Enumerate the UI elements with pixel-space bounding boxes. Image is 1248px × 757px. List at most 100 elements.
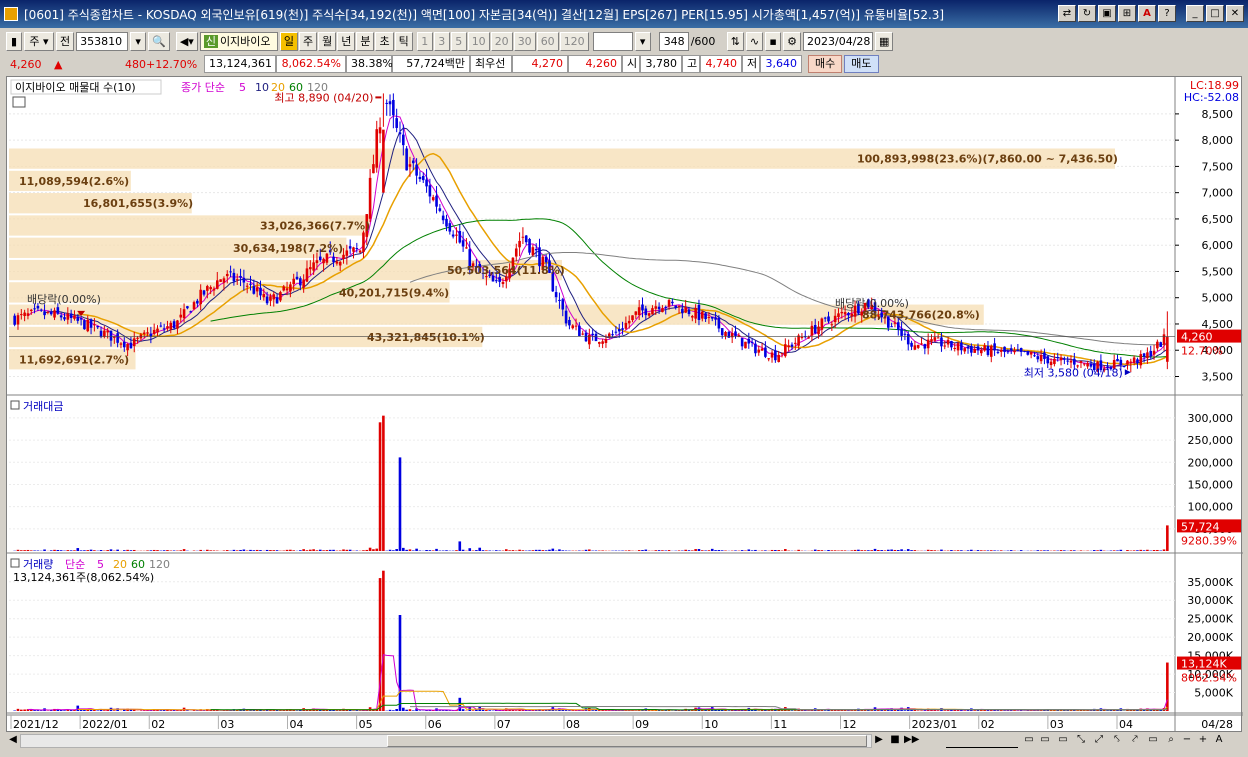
font-icon[interactable]: A <box>1138 5 1156 22</box>
zoom-in-icon[interactable]: + <box>1196 733 1210 748</box>
interval-button-6[interactable]: 60 <box>536 31 559 51</box>
amount-bar <box>289 549 292 551</box>
chart-type-icon[interactable]: ▮ <box>6 31 22 51</box>
x-axis-label: 03 <box>1050 718 1064 731</box>
candle-body <box>335 261 339 264</box>
interval-button-0[interactable]: 1 <box>416 31 433 51</box>
interval-dropdown-icon[interactable]: ▾ <box>634 31 651 51</box>
amount-tick-label: 300,000 <box>1188 412 1234 425</box>
count-input[interactable]: 348 <box>658 31 689 51</box>
amount-bar <box>269 550 272 551</box>
candle-body <box>734 331 737 337</box>
period-button-2[interactable]: 월 <box>318 31 337 51</box>
interval-buttons: 1 3 5 10 20 30 60 120 <box>416 31 589 51</box>
zoom-out-icon[interactable]: − <box>1180 733 1194 748</box>
tool-icon-6[interactable]: ⤣ <box>1110 733 1124 748</box>
candle-body <box>833 315 837 323</box>
fast-forward-icon[interactable]: ▶▶ <box>904 733 919 748</box>
code-dropdown-icon[interactable]: ▾ <box>130 31 147 51</box>
tool-icon-4[interactable]: ⤡ <box>1074 733 1088 748</box>
chart-area[interactable]: 8,500 8,000 7,500 7,000 6,500 6,000 5,500 5,000… <box>6 76 1243 733</box>
refresh-icon[interactable]: ↻ <box>1078 5 1096 22</box>
candle-body <box>1023 350 1026 352</box>
period-button-1[interactable]: 주 <box>298 31 318 51</box>
tool-icon-1[interactable]: ▭ <box>1022 733 1036 748</box>
tool-icon-7[interactable]: ⤤ <box>1128 733 1142 748</box>
candle-body <box>56 307 60 314</box>
candle-body <box>149 333 153 337</box>
amount-bar <box>538 549 541 551</box>
interval-button-4[interactable]: 20 <box>490 31 513 51</box>
scroll-thumb[interactable] <box>387 735 867 747</box>
date-input[interactable]: 2023/04/28 <box>803 31 873 51</box>
candle-body <box>239 275 242 278</box>
settings-icon[interactable]: ⚙ <box>783 31 801 51</box>
interval-button-7[interactable]: 120 <box>559 31 589 51</box>
candle-body <box>382 129 385 193</box>
interval-button-2[interactable]: 5 <box>450 31 467 51</box>
amount-bar <box>132 549 136 551</box>
sound-icon[interactable]: ◀▾ <box>175 31 198 51</box>
amount-bar <box>1146 549 1149 551</box>
layout-icon[interactable]: ⊞ <box>1118 5 1136 22</box>
price-legend-name: 이지바이오 매물대 수(10) <box>15 81 136 94</box>
zoom-search-icon[interactable]: ⌕ <box>1164 733 1178 748</box>
candle-body <box>970 345 973 353</box>
help-button[interactable]: ? <box>1158 5 1176 22</box>
amount-bar <box>1009 550 1013 551</box>
amount-bar <box>76 548 80 551</box>
period-button-3[interactable]: 년 <box>337 31 356 51</box>
link-icon[interactable]: ⇄ <box>1058 5 1076 22</box>
candle-body <box>664 306 668 308</box>
font-size-icon[interactable]: A <box>1212 733 1226 748</box>
amount-bar <box>206 549 209 551</box>
candle-body <box>305 268 309 282</box>
period-button-0[interactable]: 일 <box>279 31 298 51</box>
stock-name-field[interactable]: 신 이지바이오 <box>199 31 278 51</box>
prev-button[interactable]: 전 <box>56 31 75 51</box>
period-button-6[interactable]: 틱 <box>394 31 413 51</box>
candle-body <box>697 304 701 320</box>
candle-body <box>777 354 780 362</box>
scroll-left-icon[interactable]: ◀ <box>6 733 20 748</box>
tool-icon-3[interactable]: ▭ <box>1056 733 1070 748</box>
window-icon[interactable]: ▣ <box>1098 5 1116 22</box>
search-icon[interactable]: 🔍 <box>148 31 170 51</box>
chart-svg[interactable]: 8,500 8,000 7,500 7,000 6,500 6,000 5,500 5,000… <box>7 77 1243 733</box>
volume-bar <box>514 710 518 711</box>
amount-bar <box>478 547 482 551</box>
save-icon[interactable]: ▪ <box>765 31 782 51</box>
compare-icon[interactable]: ⇅ <box>726 31 744 51</box>
speed-slider[interactable] <box>946 733 1018 748</box>
stop-icon[interactable]: ■ <box>888 733 902 748</box>
interval-button-1[interactable]: 3 <box>433 31 450 51</box>
x-axis-label: 06 <box>428 718 442 731</box>
code-type-select[interactable]: 주 ▾ <box>24 31 54 51</box>
tool-icon-8[interactable]: ▭ <box>1146 733 1160 748</box>
close-button[interactable]: ✕ <box>1226 5 1244 22</box>
amount-bar <box>817 550 820 551</box>
maximize-button[interactable]: □ <box>1206 5 1224 22</box>
interval-input[interactable] <box>592 31 633 51</box>
interval-button-5[interactable]: 30 <box>513 31 536 51</box>
volume-bar <box>408 709 412 711</box>
amount-bar <box>893 549 897 551</box>
tool-icon-5[interactable]: ⤢ <box>1092 733 1106 748</box>
candle-body <box>106 330 109 333</box>
amount-bar <box>122 550 126 551</box>
period-button-5[interactable]: 초 <box>375 31 394 51</box>
tool-icon-2[interactable]: ▭ <box>1038 733 1052 748</box>
buy-button[interactable]: 매수 <box>808 55 843 73</box>
interval-button-3[interactable]: 10 <box>467 31 490 51</box>
amount-bar <box>900 549 903 551</box>
amount-bar <box>126 549 129 551</box>
period-button-4[interactable]: 분 <box>356 31 375 51</box>
stock-code-input[interactable]: 353810 <box>76 31 129 51</box>
indicator-icon[interactable]: ∿ <box>745 31 764 51</box>
minimize-button[interactable]: _ <box>1186 5 1204 22</box>
play-icon[interactable]: ▶ <box>872 733 886 748</box>
chart-scrollbar[interactable] <box>20 734 872 748</box>
calendar-icon[interactable]: ▦ <box>875 31 894 51</box>
sell-button[interactable]: 매도 <box>844 55 879 73</box>
candle-body <box>528 238 531 253</box>
